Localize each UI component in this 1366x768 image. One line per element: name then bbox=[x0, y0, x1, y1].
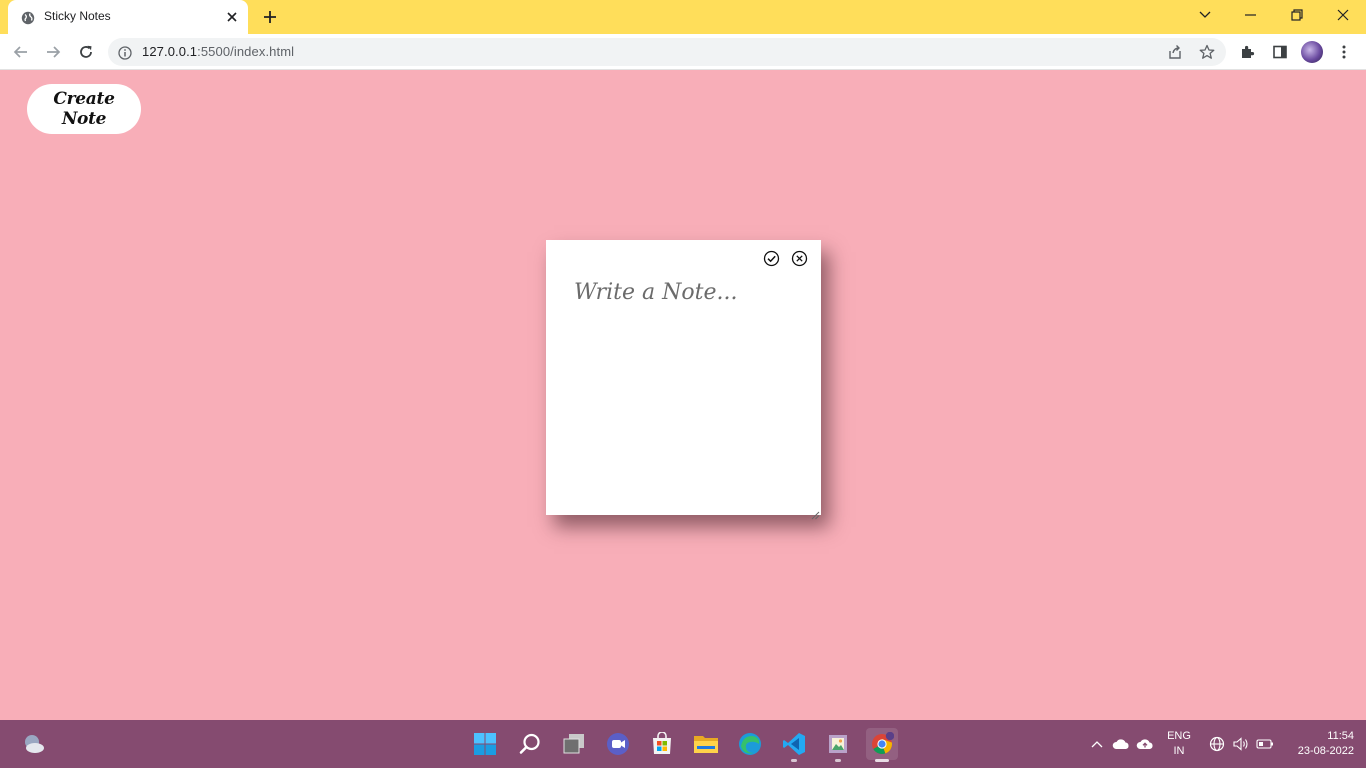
language-code: ENG bbox=[1167, 730, 1191, 742]
running-indicator bbox=[791, 759, 797, 762]
sticky-note bbox=[546, 240, 821, 520]
new-tab-plus-icon[interactable] bbox=[258, 6, 282, 28]
vscode-icon[interactable] bbox=[778, 728, 810, 762]
address-bar[interactable]: 127.0.0.1:5500/index.html bbox=[108, 38, 1226, 66]
chevron-up-icon[interactable] bbox=[1088, 735, 1106, 753]
extensions-puzzle-icon[interactable] bbox=[1236, 40, 1260, 64]
site-info-icon[interactable] bbox=[118, 45, 132, 60]
clock-time: 11:54 bbox=[1327, 730, 1354, 742]
onedrive-cloud-icon[interactable] bbox=[1112, 735, 1130, 753]
volume-icon[interactable] bbox=[1232, 735, 1250, 753]
widgets-weather-icon[interactable] bbox=[17, 728, 49, 760]
running-indicator bbox=[875, 759, 889, 762]
resize-handle-icon[interactable] bbox=[811, 505, 820, 520]
task-view-icon[interactable] bbox=[558, 728, 590, 760]
minimize-icon[interactable] bbox=[1228, 0, 1274, 30]
forward-arrow-icon[interactable] bbox=[41, 40, 65, 64]
url-path: :5500/index.html bbox=[197, 44, 295, 59]
windows-taskbar: ENG IN 11:54 23-08-2022 bbox=[0, 720, 1366, 768]
image-viewer-icon[interactable] bbox=[822, 728, 854, 762]
chrome-icon[interactable] bbox=[866, 728, 898, 762]
more-menu-icon[interactable] bbox=[1332, 40, 1356, 64]
close-circle-icon[interactable] bbox=[791, 250, 808, 267]
check-circle-icon[interactable] bbox=[763, 250, 780, 267]
star-icon[interactable] bbox=[1199, 44, 1215, 60]
note-textarea[interactable] bbox=[574, 280, 810, 506]
reload-icon[interactable] bbox=[74, 40, 98, 64]
globe-icon bbox=[21, 10, 35, 25]
url-host: 127.0.0.1 bbox=[142, 44, 198, 59]
teams-chat-icon[interactable] bbox=[602, 728, 634, 760]
windows-start-icon[interactable] bbox=[469, 728, 501, 760]
restore-icon[interactable] bbox=[1274, 0, 1320, 30]
battery-icon[interactable] bbox=[1256, 735, 1274, 753]
cloud-upload-icon[interactable] bbox=[1136, 735, 1154, 753]
browser-titlebar: Sticky Notes bbox=[0, 0, 1366, 34]
input-language-indicator[interactable]: ENG IN bbox=[1162, 729, 1196, 759]
clock-date: 23-08-2022 bbox=[1297, 745, 1354, 757]
search-icon[interactable] bbox=[514, 728, 546, 760]
running-indicator bbox=[835, 759, 841, 762]
side-panel-icon[interactable] bbox=[1268, 40, 1292, 64]
network-globe-icon[interactable] bbox=[1208, 735, 1226, 753]
close-window-icon[interactable] bbox=[1320, 0, 1366, 30]
microsoft-store-icon[interactable] bbox=[646, 728, 678, 760]
edge-icon[interactable] bbox=[734, 728, 766, 760]
system-clock[interactable]: 11:54 23-08-2022 bbox=[1282, 729, 1354, 759]
browser-toolbar: 127.0.0.1:5500/index.html bbox=[0, 34, 1366, 70]
tab-close-icon[interactable] bbox=[224, 9, 240, 25]
tab-search-chevron-down-icon[interactable] bbox=[1182, 0, 1228, 30]
create-note-button[interactable]: Create Note bbox=[27, 84, 141, 134]
page-body: Create Note bbox=[0, 70, 1366, 720]
tab-title: Sticky Notes bbox=[44, 9, 111, 23]
tab-sticky-notes[interactable]: Sticky Notes bbox=[8, 0, 248, 34]
profile-avatar[interactable] bbox=[1301, 41, 1323, 63]
file-explorer-icon[interactable] bbox=[690, 728, 722, 760]
share-icon[interactable] bbox=[1167, 44, 1183, 60]
back-arrow-icon[interactable] bbox=[9, 40, 33, 64]
region-code: IN bbox=[1173, 745, 1185, 757]
url-text: 127.0.0.1:5500/index.html bbox=[142, 44, 294, 59]
